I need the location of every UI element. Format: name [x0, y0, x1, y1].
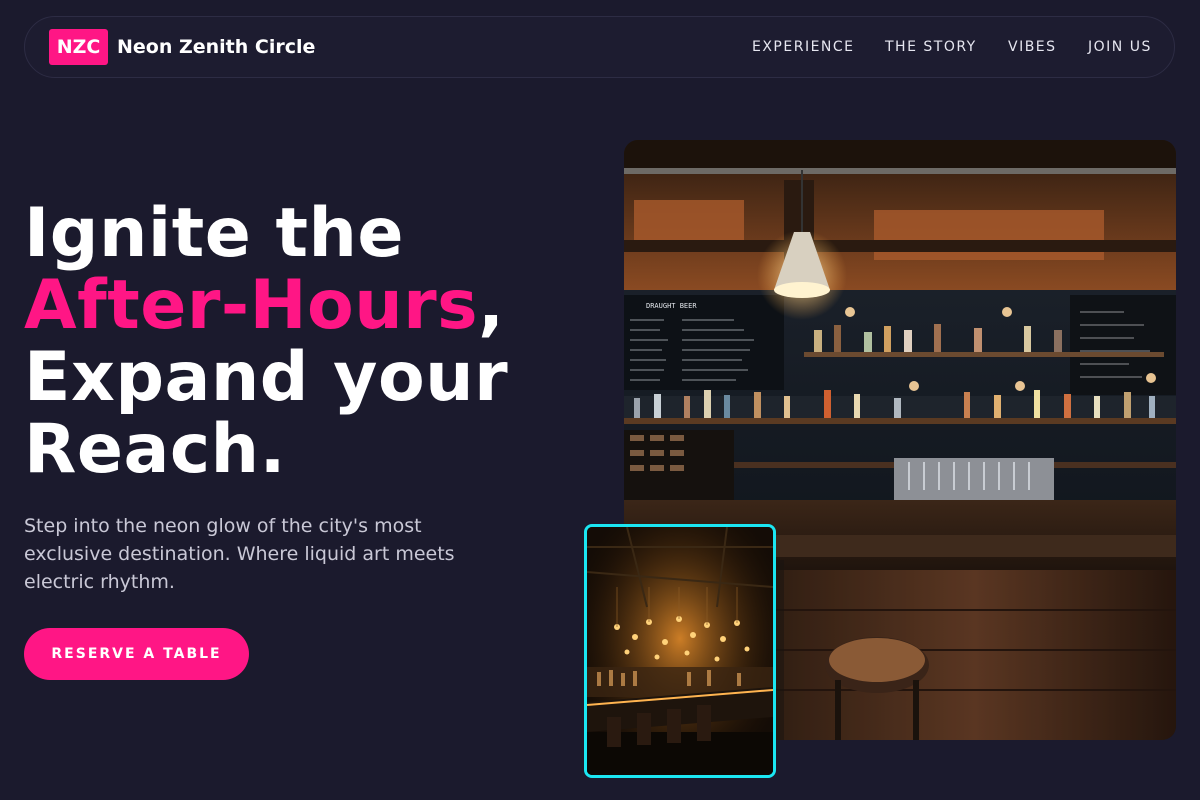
hero-subtext: Step into the neon glow of the city's mo…: [24, 515, 455, 593]
headline-accent: After-Hours: [24, 266, 479, 345]
hero-headline: Ignite the After-Hours, Expand your Reac…: [24, 198, 508, 486]
headline-comma: ,: [478, 266, 505, 345]
nav-link-experience[interactable]: EXPERIENCE: [752, 39, 855, 55]
brand-name[interactable]: Neon Zenith Circle: [117, 36, 315, 58]
logo-badge[interactable]: NZC: [49, 29, 108, 65]
nav-link-vibes[interactable]: VIBES: [1008, 39, 1057, 55]
headline-line-1: Ignite the: [24, 194, 405, 273]
top-nav: NZC Neon Zenith Circle EXPERIENCE THE ST…: [24, 16, 1175, 78]
headline-line-3: Expand your: [24, 338, 509, 417]
headline-line-4: Reach.: [24, 410, 286, 489]
chalkboard-heading: DRAUGHT BEER: [646, 302, 697, 310]
nav-link-join-us[interactable]: JOIN US: [1088, 39, 1152, 55]
nav-link-the-story[interactable]: THE STORY: [885, 39, 977, 55]
lounge-photo: [584, 524, 776, 778]
reserve-table-button[interactable]: RESERVE A TABLE: [24, 628, 249, 680]
